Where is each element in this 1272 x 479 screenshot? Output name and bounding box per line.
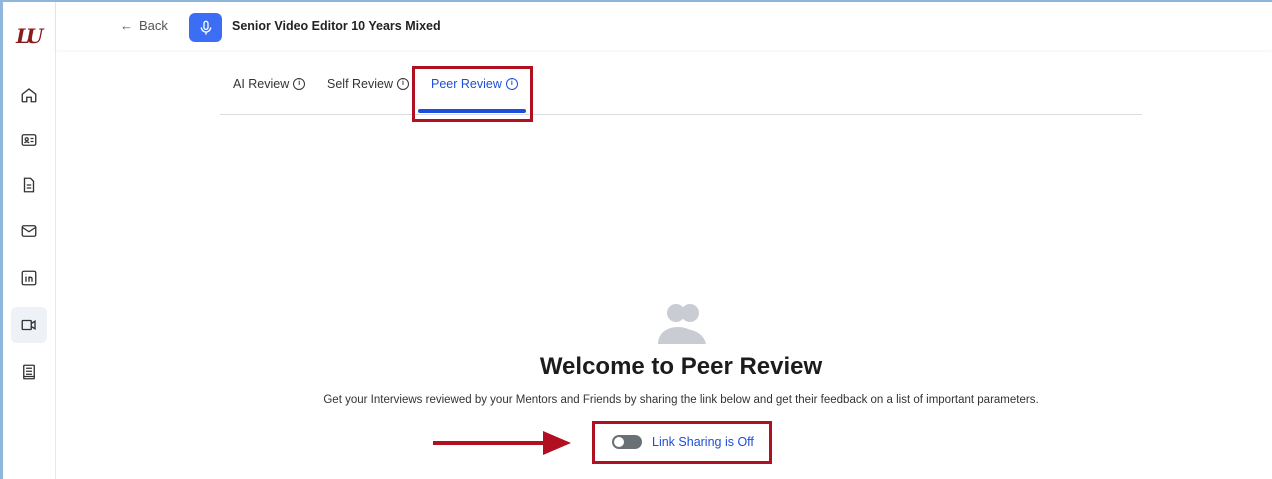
app-logo[interactable]: LU: [16, 24, 43, 48]
sidebar-item-linkedin[interactable]: [11, 260, 47, 296]
users-icon: [658, 304, 706, 344]
sidebar-item-documents[interactable]: [11, 167, 47, 203]
home-icon: [21, 88, 37, 103]
highlight-box-peer-review-tab: [412, 66, 533, 122]
mail-icon: [21, 225, 37, 237]
sidebar-item-profile[interactable]: [11, 122, 47, 158]
tab-ai-review[interactable]: AI Review i: [233, 77, 306, 91]
sidebar: LU: [3, 2, 56, 479]
back-button[interactable]: ← Back: [120, 18, 168, 33]
red-arrow-annotation: [433, 431, 571, 455]
info-icon[interactable]: i: [397, 78, 409, 90]
linkedin-icon: [21, 270, 37, 286]
welcome-title: Welcome to Peer Review: [539, 353, 823, 380]
tab-self-review[interactable]: Self Review i: [327, 77, 409, 91]
microphone-badge: [189, 13, 222, 42]
microphone-icon: [200, 20, 211, 35]
sidebar-item-home[interactable]: [11, 77, 47, 113]
document-icon: [23, 177, 35, 193]
tab-label: AI Review: [233, 77, 290, 91]
sidebar-item-video[interactable]: [11, 307, 47, 343]
toggle-knob: [614, 437, 624, 447]
arrow-left-icon: ←: [120, 18, 133, 33]
page-title: Senior Video Editor 10 Years Mixed: [232, 19, 441, 33]
review-tabs: AI Review i Self Review i Peer Review i: [220, 62, 1142, 115]
tab-label: Self Review: [327, 77, 393, 91]
link-sharing-control: Link Sharing is Off: [612, 435, 754, 449]
video-icon: [21, 319, 36, 331]
sidebar-item-mail[interactable]: [11, 213, 47, 249]
back-label: Back: [139, 18, 168, 33]
link-sharing-label[interactable]: Link Sharing is Off: [652, 435, 754, 449]
info-icon[interactable]: i: [293, 78, 306, 90]
link-sharing-toggle[interactable]: [612, 435, 642, 449]
top-bar: ← Back Senior Video Editor 10 Years Mixe…: [56, 2, 1272, 50]
welcome-subtitle: Get your Interviews reviewed by your Men…: [323, 394, 1039, 406]
id-card-icon: [21, 134, 37, 146]
